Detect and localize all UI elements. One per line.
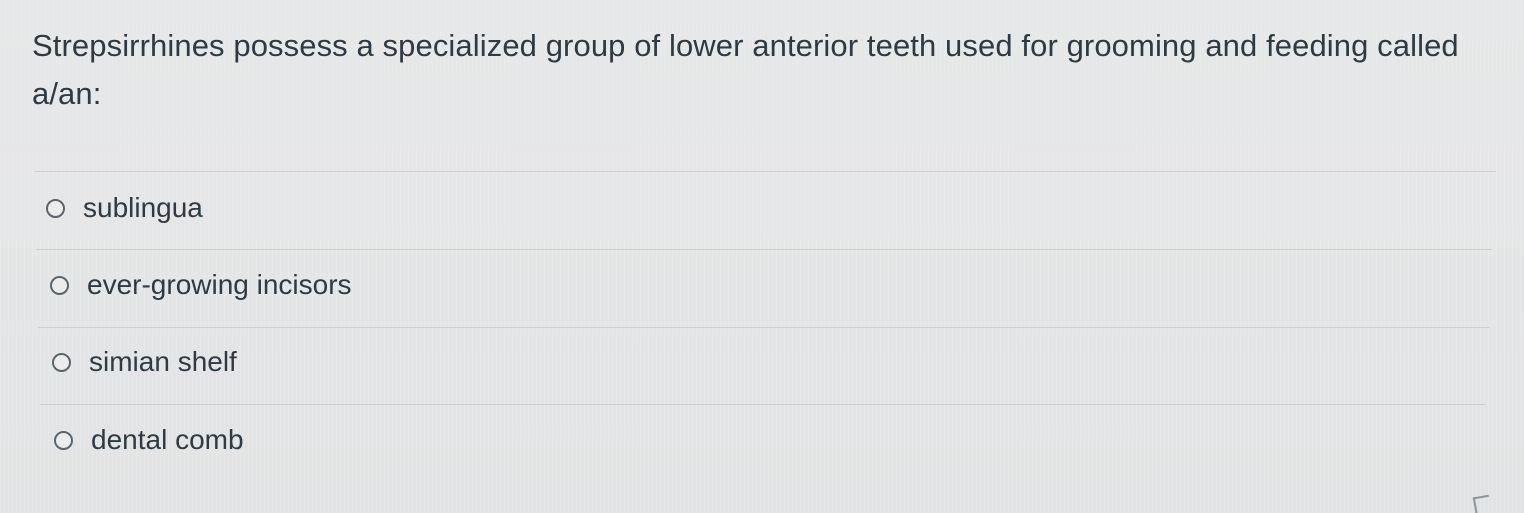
radio-button-icon[interactable]: [52, 352, 71, 372]
answer-label: simian shelf: [89, 346, 237, 377]
answer-divider: [36, 249, 1492, 250]
answer-label: ever-growing incisors: [87, 269, 352, 300]
answer-option-dental-comb[interactable]: dental comb: [54, 418, 244, 462]
radio-button-icon[interactable]: [50, 275, 69, 295]
answer-divider: [40, 404, 1486, 405]
answer-option-ever-growing-incisors[interactable]: ever-growing incisors: [50, 263, 352, 307]
radio-button-icon[interactable]: [54, 430, 73, 450]
question-divider: [34, 171, 1496, 172]
answer-option-sublingua[interactable]: sublingua: [46, 186, 203, 230]
mouse-cursor-icon: [1472, 494, 1492, 513]
answer-label: dental comb: [91, 424, 244, 455]
answer-option-simian-shelf[interactable]: simian shelf: [52, 340, 237, 384]
quiz-question: Strepsirrhines possess a specialized gro…: [0, 0, 1524, 513]
radio-button-icon[interactable]: [46, 198, 65, 218]
answer-divider: [38, 327, 1490, 328]
question-text: Strepsirrhines possess a specialized gro…: [32, 28, 1459, 111]
answer-label: sublingua: [83, 192, 203, 223]
